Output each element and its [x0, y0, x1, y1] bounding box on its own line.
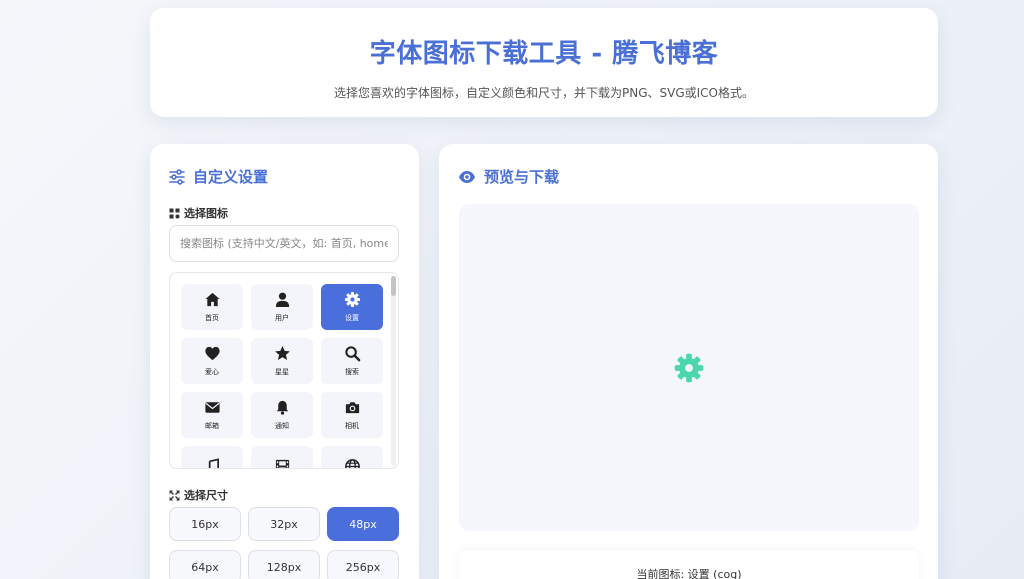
icon-preview-area — [459, 204, 919, 531]
camera-icon — [345, 402, 359, 414]
size-48-button[interactable]: 48px — [327, 507, 399, 541]
size-section-label: 选择尺寸 — [169, 487, 228, 503]
icon-option-globe[interactable] — [321, 446, 383, 468]
icon-search-input[interactable] — [169, 225, 399, 262]
icon-option-user[interactable]: 用户 — [251, 284, 313, 330]
star-icon — [274, 345, 290, 361]
size-128-button[interactable]: 128px — [248, 550, 320, 579]
icon-option-cog[interactable]: 设置 — [321, 284, 383, 330]
current-icon-info: 当前图标: 设置 (cog) — [459, 550, 919, 579]
header-card: 字体图标下载工具 - 腾飞博客 选择您喜欢的字体图标，自定义颜色和尺寸，并下载为… — [150, 8, 938, 117]
film-icon — [275, 459, 289, 468]
icon-option-label: 邮箱 — [205, 422, 219, 430]
icon-option-bell[interactable]: 通知 — [251, 392, 313, 438]
bell-icon — [276, 400, 288, 415]
home-icon — [204, 292, 220, 307]
icon-option-label: 通知 — [275, 422, 289, 430]
icon-option-heart[interactable]: 爱心 — [181, 338, 243, 384]
settings-title: 自定义设置 — [169, 166, 268, 187]
settings-panel: 自定义设置 选择图标 首页 用户 — [150, 144, 419, 579]
icon-section-label: 选择图标 — [169, 205, 228, 221]
icon-option-search[interactable]: 搜索 — [321, 338, 383, 384]
globe-icon — [344, 459, 360, 468]
icon-list[interactable]: 首页 用户 设置 爱心 星星 搜索 邮箱 通知 相机 — [169, 272, 399, 469]
preview-title-text: 预览与下载 — [484, 168, 560, 186]
icon-list-scrollbar[interactable] — [391, 276, 396, 466]
page-subtitle: 选择您喜欢的字体图标，自定义颜色和尺寸，并下载为PNG、SVG或ICO格式。 — [333, 86, 754, 100]
icons-grid-icon — [169, 208, 180, 218]
preview-panel: 预览与下载 当前图标: 设置 (cog) — [439, 144, 938, 579]
size-64-button[interactable]: 64px — [169, 550, 241, 579]
cog-icon — [344, 291, 360, 308]
icon-section-label-text: 选择图标 — [184, 207, 228, 220]
icon-option-star[interactable]: 星星 — [251, 338, 313, 384]
size-section-label-text: 选择尺寸 — [184, 489, 228, 502]
icon-option-label: 相机 — [345, 422, 359, 430]
sliders-icon — [169, 168, 185, 185]
eye-icon — [459, 170, 475, 183]
envelope-icon — [204, 402, 220, 413]
icon-option-label: 爱心 — [205, 368, 219, 376]
icon-option-film[interactable] — [251, 446, 313, 468]
icon-option-label: 星星 — [275, 368, 289, 376]
music-icon — [208, 458, 219, 468]
icon-option-envelope[interactable]: 邮箱 — [181, 392, 243, 438]
icon-option-label: 搜索 — [345, 368, 359, 376]
icon-option-music[interactable] — [181, 446, 243, 468]
size-256-button[interactable]: 256px — [327, 550, 399, 579]
scrollbar-thumb[interactable] — [391, 276, 396, 296]
icon-option-home[interactable]: 首页 — [181, 284, 243, 330]
search-icon — [344, 346, 360, 362]
icon-option-label: 首页 — [205, 314, 219, 322]
icon-option-label: 设置 — [345, 314, 359, 322]
cog-icon — [674, 353, 704, 382]
icon-grid: 首页 用户 设置 爱心 星星 搜索 邮箱 通知 相机 — [181, 284, 386, 468]
expand-icon — [169, 490, 180, 500]
size-options: 16px 32px 48px 64px 128px 256px — [169, 507, 399, 579]
heart-icon — [204, 346, 220, 361]
icon-option-camera[interactable]: 相机 — [321, 392, 383, 438]
user-icon — [275, 292, 289, 308]
settings-title-text: 自定义设置 — [193, 168, 269, 186]
page-title: 字体图标下载工具 - 腾飞博客 — [369, 39, 719, 69]
icon-option-label: 用户 — [275, 314, 289, 322]
size-16-button[interactable]: 16px — [169, 507, 241, 541]
preview-title: 预览与下载 — [458, 166, 559, 187]
size-32-button[interactable]: 32px — [248, 507, 320, 541]
